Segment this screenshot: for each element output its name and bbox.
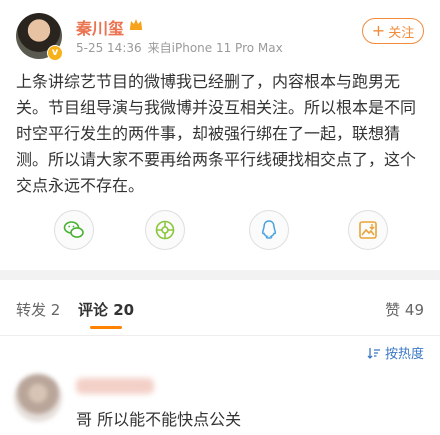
commenter-avatar[interactable]	[14, 374, 62, 422]
tab-like-label: 赞	[385, 301, 401, 319]
wechat-icon	[63, 221, 84, 238]
sort-by-hot-button[interactable]: 按热度	[367, 343, 424, 362]
tab-comment[interactable]: 评论 20	[78, 299, 135, 329]
post-date: 5-25 14:36	[76, 41, 142, 55]
tab-comment-count: 20	[113, 301, 135, 319]
post-device: 来自iPhone 11 Pro Max	[147, 41, 283, 55]
plus-icon: +	[371, 21, 386, 40]
post-meta: 5-25 14:36 来自iPhone 11 Pro Max	[76, 39, 283, 56]
comment-text: 哥 所以能不能快点公关	[76, 410, 242, 429]
weibo-post: v 秦川玺 5-25 14:36 来自iPhone 11 Pro Max + 关注…	[0, 0, 440, 285]
sort-icon	[367, 347, 380, 359]
moments-icon	[155, 220, 175, 240]
follow-label: 关注	[388, 25, 415, 41]
interaction-tabs: 转发 2 评论 20 赞 49	[0, 295, 440, 336]
tab-comment-label: 评论	[78, 301, 109, 319]
save-image-icon	[359, 221, 377, 239]
post-content: 上条讲综艺节目的微博我已经删了，内容根本与跑男无关。节目组导演与我微博并没互相关…	[16, 72, 417, 195]
share-qq-button[interactable]	[249, 210, 289, 250]
commenter-name-redacted[interactable]	[76, 378, 154, 394]
save-image-button[interactable]	[348, 210, 388, 250]
share-moments-button[interactable]	[145, 210, 185, 250]
follow-button[interactable]: + 关注	[362, 18, 424, 44]
tab-like[interactable]: 赞 49	[385, 299, 424, 320]
tab-repost-label: 转发	[16, 301, 47, 319]
tab-repost[interactable]: 转发 2	[16, 299, 60, 320]
tab-repost-count: 2	[50, 301, 61, 319]
member-crown-icon	[130, 19, 142, 30]
tab-like-count: 49	[404, 301, 424, 319]
share-row	[0, 210, 440, 254]
section-divider	[0, 270, 440, 280]
author-name[interactable]: 秦川玺	[76, 15, 124, 39]
qq-icon	[261, 220, 277, 239]
sort-label: 按热度	[384, 347, 424, 362]
share-wechat-button[interactable]	[54, 210, 94, 250]
verified-badge-icon: v	[47, 45, 63, 61]
